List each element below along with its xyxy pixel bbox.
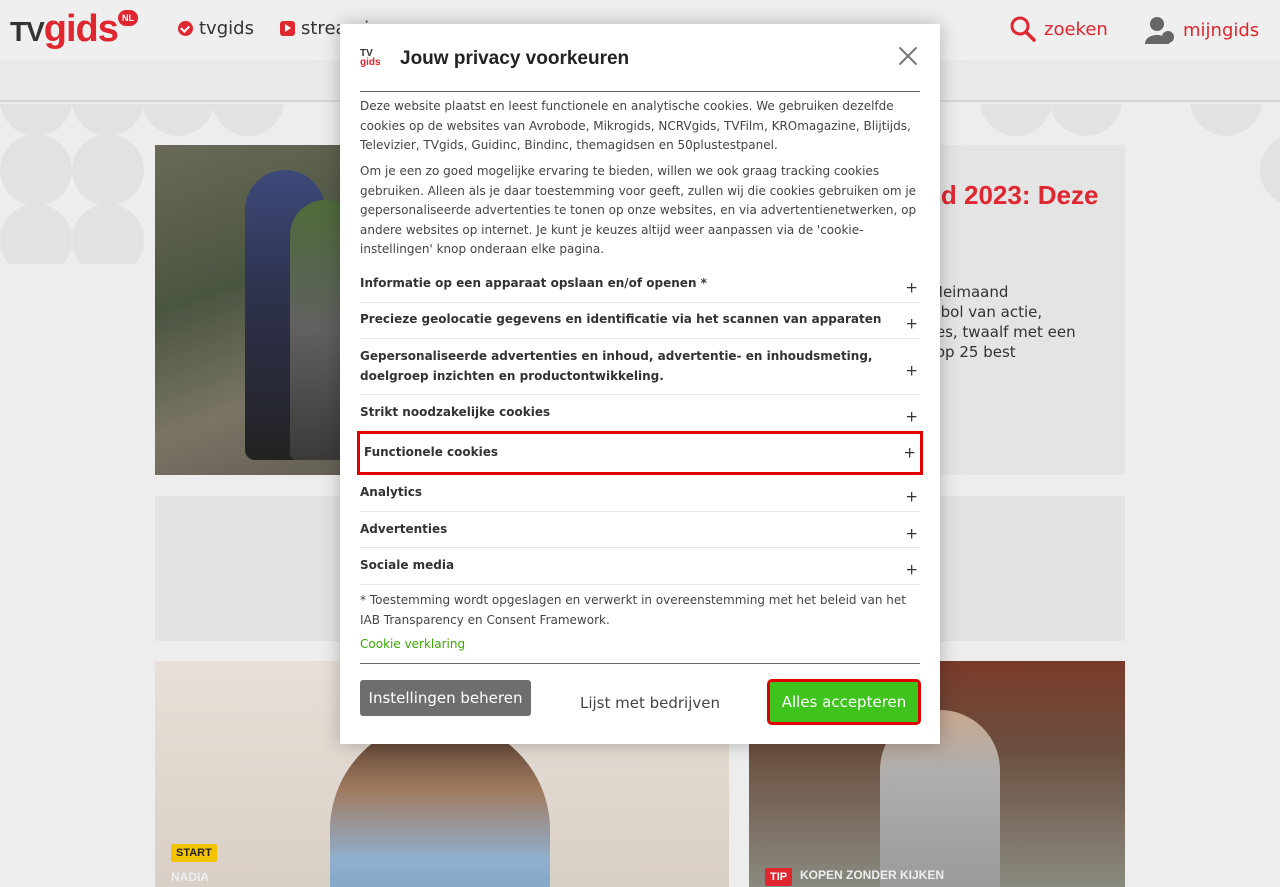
expand-icon[interactable]: +	[905, 361, 918, 381]
section-device-storage[interactable]: Informatie op een apparaat opslaan en/of…	[360, 274, 920, 303]
section-label: Advertenties	[360, 522, 448, 536]
manage-settings-button[interactable]: Instellingen beheren	[360, 680, 531, 716]
section-label: Sociale media	[360, 558, 455, 572]
section-analytics[interactable]: Analytics +	[360, 483, 920, 512]
iab-footnote: * Toestemming wordt opgeslagen en verwer…	[360, 593, 906, 627]
privacy-modal: TV gids Jouw privacy voorkeuren Deze web…	[340, 24, 940, 744]
section-label: Gepersonaliseerde advertenties en inhoud…	[360, 349, 873, 383]
section-label: Analytics	[360, 485, 422, 499]
expand-icon[interactable]: +	[905, 314, 918, 334]
section-label: Functionele cookies	[364, 445, 498, 459]
cookie-statement-link[interactable]: Cookie verklaring	[360, 637, 465, 651]
accept-all-button[interactable]: Alles accepteren	[767, 679, 921, 725]
section-advertising[interactable]: Advertenties +	[360, 520, 920, 548]
section-strict-cookies[interactable]: Strikt noodzakelijke cookies +	[360, 403, 920, 432]
close-icon[interactable]	[896, 44, 920, 68]
intro-paragraph: Deze website plaatst en leest functionel…	[360, 99, 911, 152]
tracking-paragraph: Om je een zo goed mogelijke ervaring te …	[360, 164, 917, 256]
expand-icon[interactable]: +	[905, 278, 918, 298]
section-social-media[interactable]: Sociale media +	[360, 556, 920, 585]
modal-logo: TV gids	[360, 49, 384, 69]
section-label: Precieze geolocatie gegevens en identifi…	[360, 312, 882, 326]
section-geolocation[interactable]: Precieze geolocatie gegevens en identifi…	[360, 310, 920, 339]
expand-icon[interactable]: +	[905, 560, 918, 580]
divider	[360, 663, 920, 664]
section-personalised-ads[interactable]: Gepersonaliseerde advertenties en inhoud…	[360, 347, 920, 395]
modal-logo-bottom: gids	[360, 57, 381, 68]
section-functional-cookies[interactable]: Functionele cookies +	[357, 431, 923, 475]
expand-icon[interactable]: +	[905, 487, 918, 507]
expand-icon[interactable]: +	[905, 407, 918, 427]
expand-icon[interactable]: +	[905, 524, 918, 544]
section-label: Informatie op een apparaat opslaan en/of…	[360, 276, 707, 290]
section-label: Strikt noodzakelijke cookies	[360, 405, 551, 419]
vendor-list-button[interactable]: Lijst met bedrijven	[560, 694, 740, 712]
divider	[360, 91, 920, 92]
modal-title: Jouw privacy voorkeuren	[400, 48, 630, 69]
expand-icon[interactable]: +	[903, 443, 916, 463]
